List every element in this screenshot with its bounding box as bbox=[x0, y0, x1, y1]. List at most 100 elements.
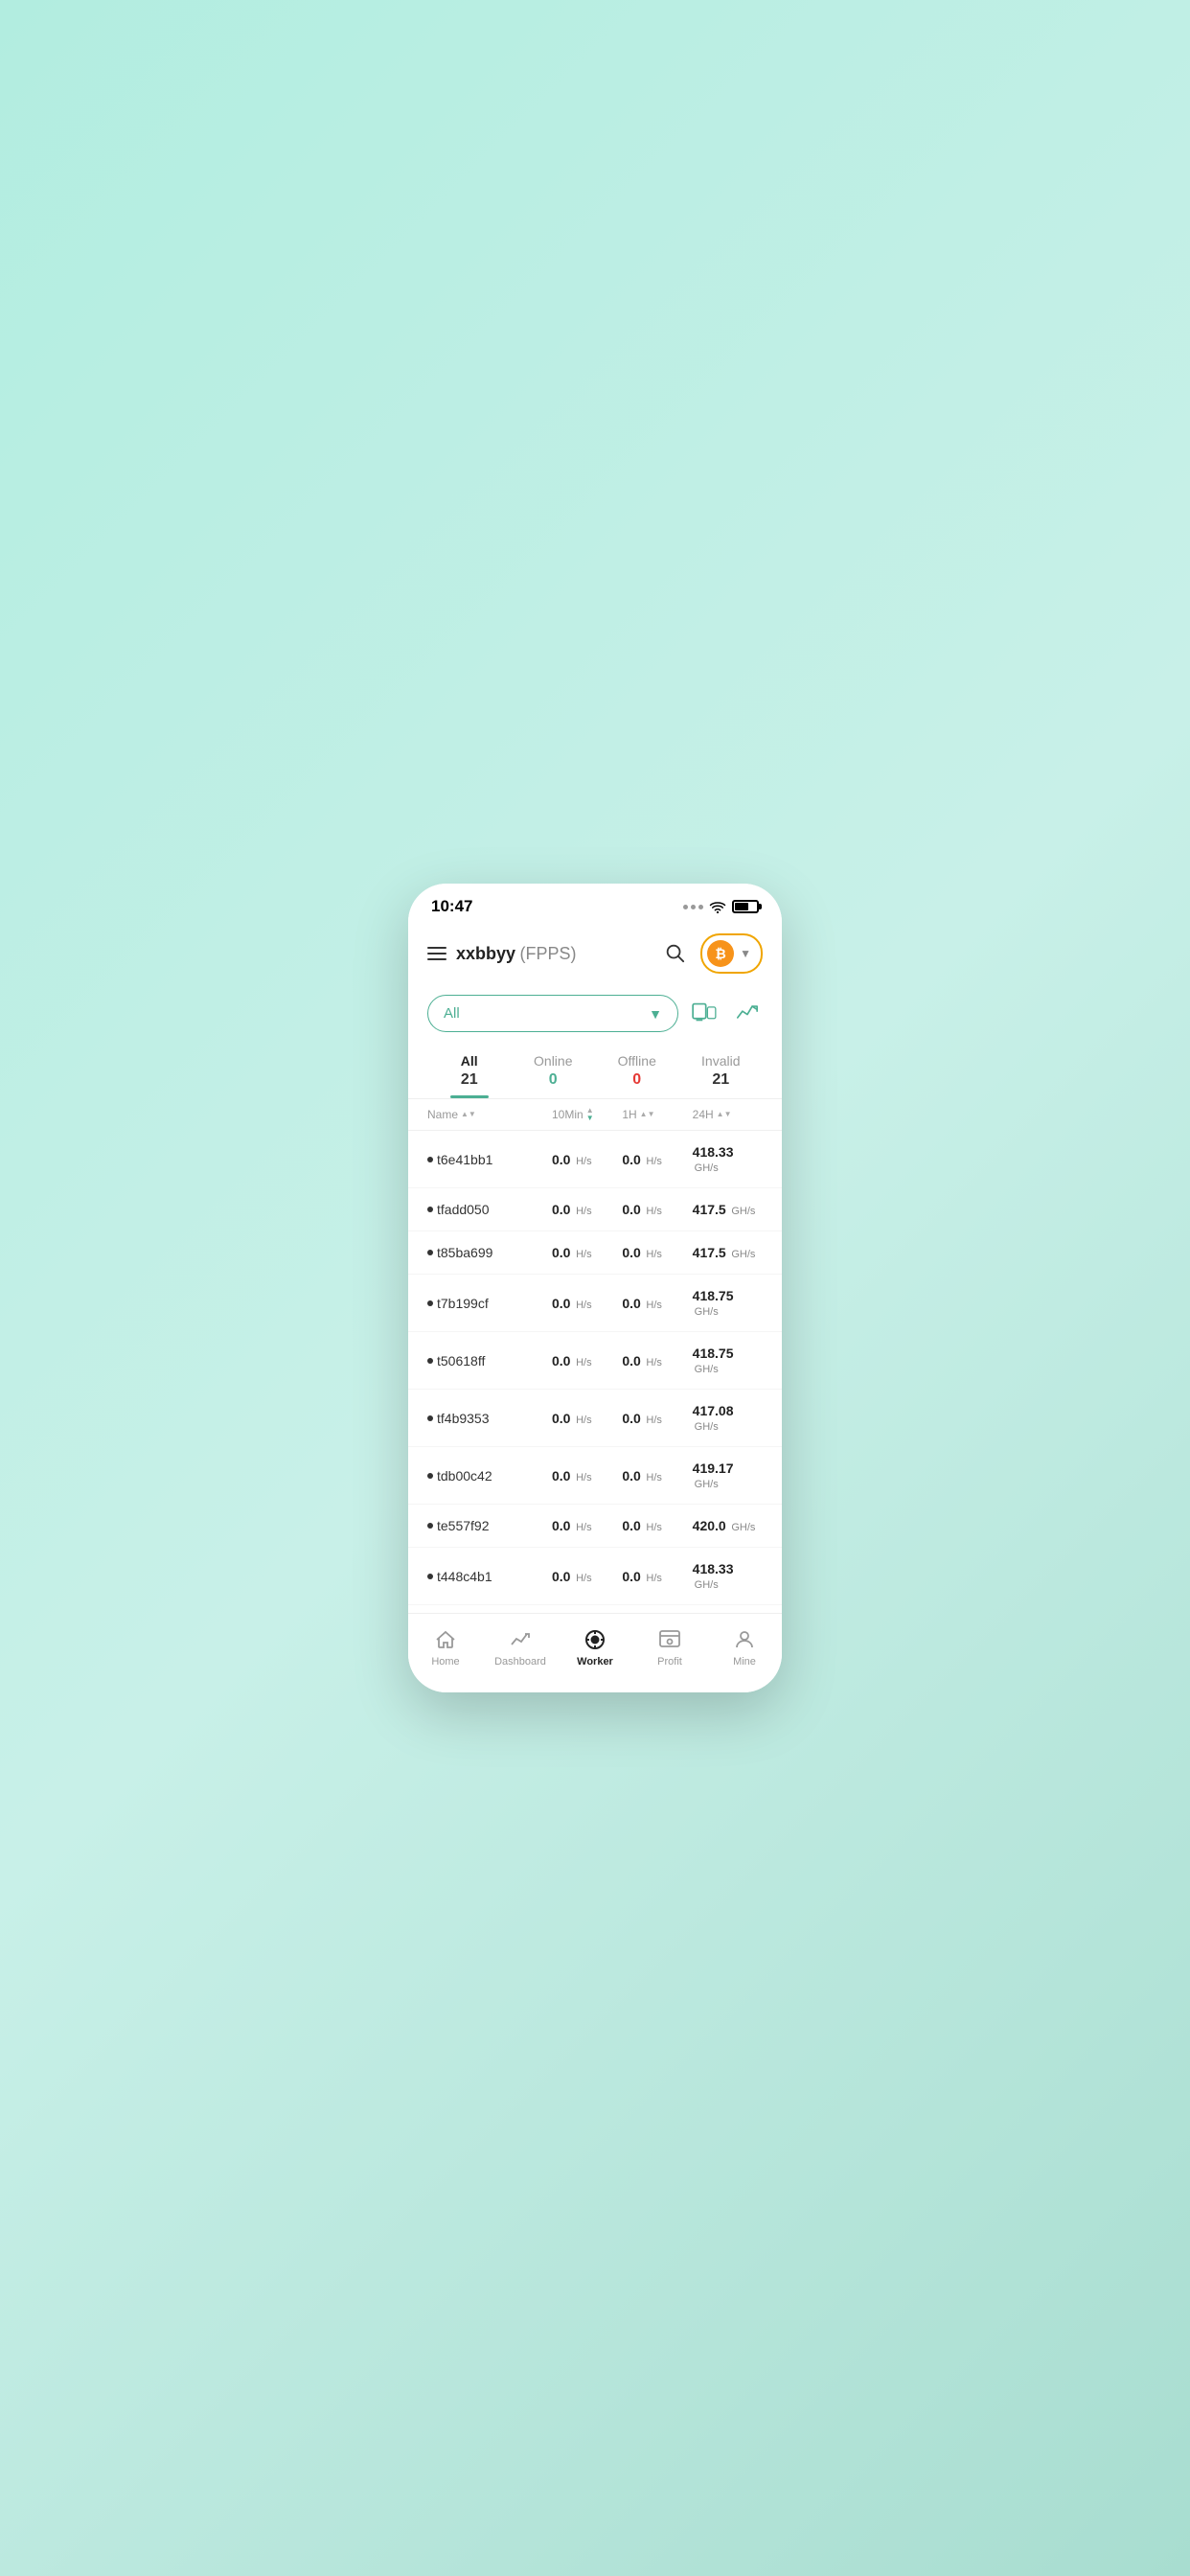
tab-offline[interactable]: Offline 0 bbox=[595, 1044, 679, 1098]
worker-1h: 0.0 H/s bbox=[622, 1296, 692, 1311]
name-sort-icon: ▲▼ bbox=[461, 1111, 476, 1118]
worker-row[interactable]: te557f92 0.0 H/s 0.0 H/s 420.0 GH/s bbox=[408, 1505, 782, 1548]
battery-icon bbox=[732, 900, 759, 913]
col-10min-header[interactable]: 10Min ▲▼ bbox=[552, 1107, 622, 1122]
header: xxbbyy (FPPS) ₿ ▼ bbox=[408, 924, 782, 987]
worker-status-dot bbox=[427, 1250, 433, 1255]
worker-1h: 0.0 H/s bbox=[622, 1518, 692, 1533]
header-right: ₿ ▼ bbox=[660, 933, 763, 974]
worker-status-dot bbox=[427, 1300, 433, 1306]
home-nav-icon bbox=[433, 1627, 458, 1652]
24h-sort-icon: ▲▼ bbox=[717, 1111, 732, 1118]
worker-10min: 0.0 H/s bbox=[552, 1245, 622, 1260]
worker-1h: 0.0 H/s bbox=[622, 1152, 692, 1167]
tabs-row: All 21 Online 0 Offline 0 Invalid 21 bbox=[408, 1044, 782, 1099]
filter-icons bbox=[688, 998, 763, 1029]
worker-24h: 418.75 GH/s bbox=[693, 1288, 763, 1318]
crypto-selector[interactable]: ₿ ▼ bbox=[700, 933, 763, 974]
worker-24h: 419.17 GH/s bbox=[693, 1460, 763, 1490]
bottom-nav: Home Dashboard Worker Profit Mine bbox=[408, 1613, 782, 1692]
mine-nav-label: Mine bbox=[733, 1656, 756, 1668]
signal-dot-1 bbox=[683, 905, 688, 909]
nav-item-mine[interactable]: Mine bbox=[707, 1622, 782, 1673]
dashboard-nav-label: Dashboard bbox=[494, 1656, 546, 1668]
worker-10min: 0.0 H/s bbox=[552, 1569, 622, 1584]
worker-name: t85ba699 bbox=[427, 1245, 552, 1260]
worker-24h: 418.75 GH/s bbox=[693, 1346, 763, 1375]
worker-row[interactable]: t6e41bb1 0.0 H/s 0.0 H/s 418.33 GH/s bbox=[408, 1131, 782, 1188]
tab-invalid[interactable]: Invalid 21 bbox=[679, 1044, 764, 1098]
worker-1h: 0.0 H/s bbox=[622, 1569, 692, 1584]
col-1h-header[interactable]: 1H ▲▼ bbox=[622, 1107, 692, 1122]
mine-nav-icon bbox=[732, 1627, 757, 1652]
signal-dots bbox=[683, 905, 703, 909]
phone-container: 10:47 bbox=[408, 884, 782, 1692]
search-icon bbox=[664, 942, 685, 963]
worker-name: t6e41bb1 bbox=[427, 1152, 552, 1167]
worker-status-dot bbox=[427, 1415, 433, 1421]
col-24h-header[interactable]: 24H ▲▼ bbox=[693, 1107, 763, 1122]
worker-24h: 417.08 GH/s bbox=[693, 1403, 763, 1433]
menu-icon[interactable] bbox=[427, 947, 446, 960]
tab-offline-count: 0 bbox=[595, 1071, 679, 1089]
nav-item-home[interactable]: Home bbox=[408, 1622, 483, 1673]
worker-10min: 0.0 H/s bbox=[552, 1518, 622, 1533]
tab-invalid-label: Invalid bbox=[679, 1053, 764, 1069]
menu-line-3 bbox=[427, 958, 446, 960]
home-nav-label: Home bbox=[431, 1656, 459, 1668]
signal-dot-3 bbox=[698, 905, 703, 909]
chart-view-button[interactable] bbox=[732, 998, 763, 1029]
search-button[interactable] bbox=[660, 938, 689, 970]
worker-10min: 0.0 H/s bbox=[552, 1353, 622, 1368]
tab-all[interactable]: All 21 bbox=[427, 1044, 512, 1098]
status-time: 10:47 bbox=[431, 897, 472, 916]
nav-item-worker[interactable]: Worker bbox=[558, 1622, 632, 1673]
tab-online-label: Online bbox=[512, 1053, 596, 1069]
worker-name: t448c4b1 bbox=[427, 1569, 552, 1584]
10min-sort-icon: ▲▼ bbox=[586, 1107, 594, 1122]
worker-status-dot bbox=[427, 1473, 433, 1479]
1h-sort-icon: ▲▼ bbox=[640, 1111, 655, 1118]
worker-nav-label: Worker bbox=[577, 1656, 613, 1668]
tab-online[interactable]: Online 0 bbox=[512, 1044, 596, 1098]
filter-dropdown[interactable]: All ▼ bbox=[427, 995, 678, 1032]
worker-1h: 0.0 H/s bbox=[622, 1245, 692, 1260]
worker-row[interactable]: t7b199cf 0.0 H/s 0.0 H/s 418.75 GH/s bbox=[408, 1275, 782, 1332]
profit-nav-icon bbox=[657, 1627, 682, 1652]
tab-online-count: 0 bbox=[512, 1071, 596, 1089]
tab-all-underline bbox=[450, 1095, 489, 1098]
worker-24h: 417.5 GH/s bbox=[693, 1202, 763, 1217]
worker-24h: 418.33 GH/s bbox=[693, 1561, 763, 1591]
col-name-header[interactable]: Name ▲▼ bbox=[427, 1107, 552, 1122]
worker-row[interactable]: t50618ff 0.0 H/s 0.0 H/s 418.75 GH/s bbox=[408, 1332, 782, 1390]
header-username: xxbbyy bbox=[456, 944, 515, 963]
worker-row[interactable]: tfadd050 0.0 H/s 0.0 H/s 417.5 GH/s bbox=[408, 1188, 782, 1231]
column-headers: Name ▲▼ 10Min ▲▼ 1H ▲▼ 24H ▲▼ bbox=[408, 1099, 782, 1131]
worker-row[interactable]: t448c4b1 0.0 H/s 0.0 H/s 418.33 GH/s bbox=[408, 1548, 782, 1605]
worker-10min: 0.0 H/s bbox=[552, 1411, 622, 1426]
header-left: xxbbyy (FPPS) bbox=[427, 944, 577, 964]
profit-nav-label: Profit bbox=[657, 1656, 682, 1668]
worker-10min: 0.0 H/s bbox=[552, 1468, 622, 1484]
worker-24h: 418.33 GH/s bbox=[693, 1144, 763, 1174]
wifi-icon bbox=[709, 900, 726, 913]
device-view-button[interactable] bbox=[688, 998, 721, 1029]
worker-10min: 0.0 H/s bbox=[552, 1202, 622, 1217]
worker-24h: 420.0 GH/s bbox=[693, 1518, 763, 1533]
worker-row[interactable]: t85ba699 0.0 H/s 0.0 H/s 417.5 GH/s bbox=[408, 1231, 782, 1275]
filter-chevron-icon: ▼ bbox=[649, 1006, 662, 1022]
worker-row[interactable]: tdb00c42 0.0 H/s 0.0 H/s 419.17 GH/s bbox=[408, 1447, 782, 1505]
device-icon bbox=[692, 1001, 717, 1023]
worker-status-dot bbox=[427, 1207, 433, 1212]
chart-icon bbox=[736, 1001, 759, 1023]
filter-label: All bbox=[444, 1005, 460, 1022]
worker-status-dot bbox=[427, 1358, 433, 1364]
nav-item-dashboard[interactable]: Dashboard bbox=[483, 1622, 558, 1673]
worker-1h: 0.0 H/s bbox=[622, 1468, 692, 1484]
worker-name: tfadd050 bbox=[427, 1202, 552, 1217]
worker-1h: 0.0 H/s bbox=[622, 1411, 692, 1426]
worker-row[interactable]: tf4b9353 0.0 H/s 0.0 H/s 417.08 GH/s bbox=[408, 1390, 782, 1447]
nav-item-profit[interactable]: Profit bbox=[632, 1622, 707, 1673]
status-icons bbox=[683, 900, 759, 913]
btc-icon: ₿ bbox=[707, 940, 734, 967]
